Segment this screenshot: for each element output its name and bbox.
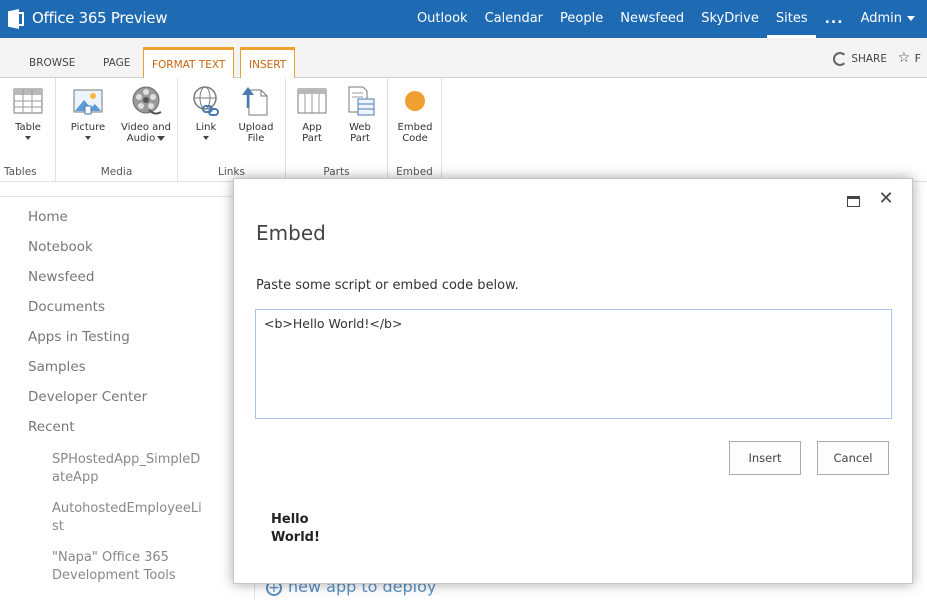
nav-newsfeed-site[interactable]: Newsfeed xyxy=(28,269,94,285)
nav-recent-item-line1: SPHostedApp_SimpleD xyxy=(52,452,201,467)
nav-newsfeed[interactable]: Newsfeed xyxy=(612,0,693,38)
picture-icon xyxy=(71,84,105,118)
upload-icon xyxy=(239,84,273,118)
nav-recent-item-line2: ateApp xyxy=(52,470,99,485)
follow-button[interactable]: ☆ F xyxy=(898,50,921,66)
upload-label-line1: Upload xyxy=(238,122,274,133)
tab-insert[interactable]: INSERT xyxy=(240,47,296,79)
group-label-parts: Parts xyxy=(323,166,350,178)
divider xyxy=(0,196,255,197)
nav-recent-item[interactable]: "Napa" Office 365 Development Tools xyxy=(52,549,176,585)
app-part-label-line2: Part xyxy=(302,133,322,144)
video-audio-label-line1: Video and xyxy=(120,122,171,133)
admin-label: Admin xyxy=(860,11,902,26)
suite-bar: Office 365 Preview Outlook Calendar Peop… xyxy=(0,0,927,38)
picture-label: Picture xyxy=(70,122,106,133)
share-icon xyxy=(833,52,848,66)
nav-notebook[interactable]: Notebook xyxy=(28,239,93,255)
ribbon-group-tables: Table Tables xyxy=(0,78,56,182)
picture-button[interactable]: Picture xyxy=(62,84,114,140)
chevron-down-icon xyxy=(157,135,166,141)
nav-home[interactable]: Home xyxy=(28,209,68,225)
nav-skydrive[interactable]: SkyDrive xyxy=(693,0,768,38)
star-icon: ☆ xyxy=(897,50,911,66)
follow-label: F xyxy=(914,52,921,65)
group-label-embed: Embed xyxy=(396,166,433,178)
chevron-down-icon xyxy=(203,136,209,140)
ribbon-group-embed: Embed Code Embed xyxy=(388,78,442,182)
app-part-label-line1: App xyxy=(302,122,322,133)
insert-button[interactable]: Insert xyxy=(729,441,801,475)
embed-code-icon xyxy=(398,84,432,118)
embed-preview: Hello World! xyxy=(271,511,331,547)
nav-calendar[interactable]: Calendar xyxy=(476,0,551,38)
close-icon[interactable]: ✕ xyxy=(876,189,896,209)
link-button[interactable]: Link xyxy=(180,84,232,140)
cancel-button[interactable]: Cancel xyxy=(817,441,889,475)
ribbon-group-parts: App Part Web Part Parts xyxy=(286,78,388,182)
embed-code-input[interactable]: <b>Hello World!</b> xyxy=(255,309,892,419)
suite-nav: Outlook Calendar People Newsfeed SkyDriv… xyxy=(408,0,927,38)
web-part-button[interactable]: Web Part xyxy=(334,84,386,144)
group-label-tables: Tables xyxy=(4,166,37,178)
table-icon xyxy=(11,84,45,118)
embed-code-button[interactable]: Embed Code xyxy=(389,84,441,144)
app-part-button[interactable]: App Part xyxy=(286,84,338,144)
group-label-media: Media xyxy=(100,166,133,178)
link-label: Link xyxy=(195,122,217,133)
nav-recent: Recent xyxy=(28,419,75,435)
share-button[interactable]: SHARE xyxy=(833,52,887,66)
nav-sites[interactable]: Sites xyxy=(767,0,817,38)
video-audio-button[interactable]: Video and Audio xyxy=(116,84,176,144)
tab-page[interactable]: PAGE xyxy=(95,50,138,78)
nav-recent-item[interactable]: AutohostedEmployeeLi st xyxy=(52,500,202,536)
embed-code-label-line1: Embed xyxy=(397,122,433,133)
ribbon-group-links: Link Upload File Links xyxy=(178,78,286,182)
dialog-title: Embed xyxy=(256,221,326,245)
upload-file-button[interactable]: Upload File xyxy=(230,84,282,144)
nav-outlook[interactable]: Outlook xyxy=(408,0,476,38)
group-label-links: Links xyxy=(218,166,245,178)
share-label: SHARE xyxy=(851,53,887,65)
chevron-down-icon xyxy=(85,136,91,140)
nav-recent-item-line1: "Napa" Office 365 xyxy=(52,550,169,565)
nav-documents[interactable]: Documents xyxy=(28,299,105,315)
ribbon-group-media: Picture Video and Audio Media xyxy=(56,78,178,182)
ribbon-body: Table Tables Picture Video and Audio Med… xyxy=(0,78,927,182)
nav-samples[interactable]: Samples xyxy=(28,359,86,375)
more-menu-button[interactable]: ... xyxy=(816,0,852,38)
suite-title[interactable]: Office 365 Preview xyxy=(32,9,167,27)
chevron-down-icon xyxy=(907,16,915,21)
nav-apps-in-testing[interactable]: Apps in Testing xyxy=(28,329,130,345)
embed-dialog: ✕ Embed Paste some script or embed code … xyxy=(233,178,913,584)
nav-recent-item-line1: AutohostedEmployeeLi xyxy=(52,501,202,516)
table-button[interactable]: Table xyxy=(2,84,54,140)
tab-format-text[interactable]: FORMAT TEXT xyxy=(143,47,235,79)
film-reel-icon xyxy=(129,84,163,118)
web-part-label-line1: Web xyxy=(349,122,371,133)
tab-browse[interactable]: BROWSE xyxy=(21,50,83,78)
app-part-icon xyxy=(295,84,329,118)
office-logo-icon[interactable] xyxy=(8,9,26,29)
chevron-down-icon xyxy=(25,136,31,140)
web-part-label-line2: Part xyxy=(350,133,370,144)
dialog-instructions: Paste some script or embed code below. xyxy=(256,278,519,293)
embed-code-label-line2: Code xyxy=(402,133,428,144)
upload-label-line2: File xyxy=(247,133,265,144)
admin-menu[interactable]: Admin xyxy=(852,0,927,38)
table-label: Table xyxy=(15,122,41,133)
maximize-icon[interactable] xyxy=(847,196,860,207)
preview-line1: Hello xyxy=(271,512,309,527)
web-part-icon xyxy=(343,84,377,118)
nav-recent-item-line2: st xyxy=(52,519,64,534)
nav-developer-center[interactable]: Developer Center xyxy=(28,389,147,405)
nav-people[interactable]: People xyxy=(552,0,612,38)
ribbon-tab-bar: BROWSE PAGE FORMAT TEXT INSERT SHARE ☆ F xyxy=(0,38,927,116)
preview-line2: World! xyxy=(271,530,320,545)
nav-recent-item-line2: Development Tools xyxy=(52,568,176,583)
video-audio-label-line2: Audio xyxy=(126,133,156,144)
link-globe-icon xyxy=(189,84,223,118)
nav-recent-item[interactable]: SPHostedApp_SimpleD ateApp xyxy=(52,451,200,487)
